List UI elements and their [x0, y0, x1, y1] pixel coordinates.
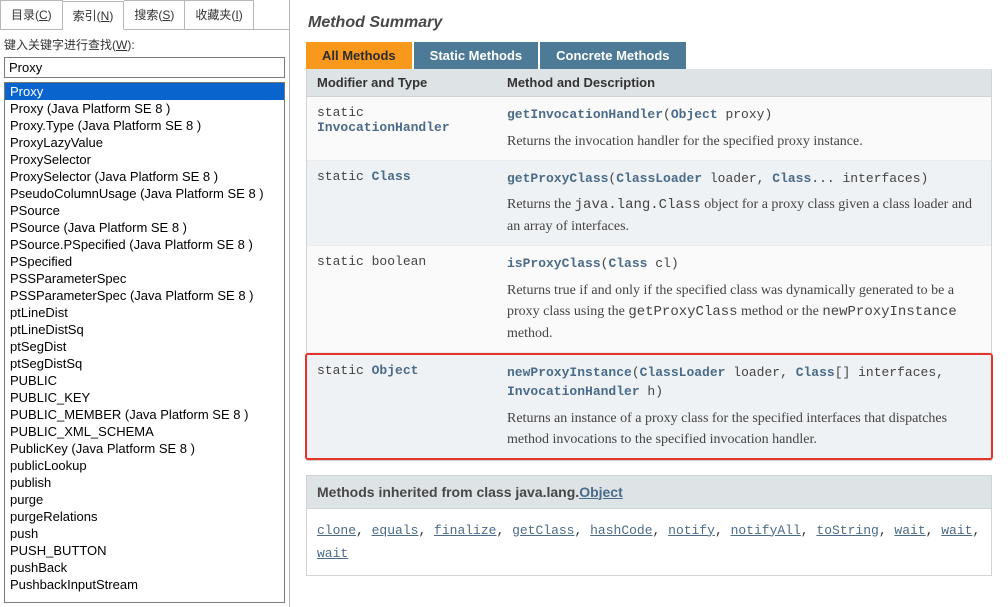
method-cell: isProxyClass(Class cl)Returns true if an…: [497, 254, 991, 344]
method-row: static ObjectnewProxyInstance(ClassLoade…: [305, 353, 993, 460]
method-name-link[interactable]: getProxyClass: [507, 171, 608, 186]
list-item[interactable]: PUSH_BUTTON: [5, 542, 284, 559]
type-link[interactable]: Object: [671, 107, 718, 122]
method-description: Returns true if and only if the specifie…: [507, 274, 981, 344]
list-item[interactable]: purgeRelations: [5, 508, 284, 525]
list-item[interactable]: PUBLIC: [5, 372, 284, 389]
list-item[interactable]: Proxy.Type (Java Platform SE 8 ): [5, 117, 284, 134]
list-item[interactable]: PublicKey (Java Platform SE 8 ): [5, 440, 284, 457]
modifier-cell: static Class: [307, 169, 497, 238]
list-item[interactable]: PSSParameterSpec: [5, 270, 284, 287]
method-description: Returns the java.lang.Class object for a…: [507, 188, 981, 237]
list-item[interactable]: PSpecified: [5, 253, 284, 270]
method-name-link[interactable]: getInvocationHandler: [507, 107, 663, 122]
tab-i[interactable]: 收藏夹(I): [185, 0, 253, 29]
index-list[interactable]: ProxyProxy (Java Platform SE 8 )Proxy.Ty…: [4, 82, 285, 603]
list-item[interactable]: PUBLIC_XML_SCHEMA: [5, 423, 284, 440]
inherited-method-link[interactable]: equals: [372, 523, 419, 538]
type-link[interactable]: InvocationHandler: [317, 120, 450, 135]
main-content: Method Summary All MethodsStatic Methods…: [290, 0, 1008, 607]
method-name-link[interactable]: newProxyInstance: [507, 365, 632, 380]
method-tab[interactable]: All Methods: [306, 42, 412, 69]
list-item[interactable]: ProxySelector: [5, 151, 284, 168]
tab-n[interactable]: 索引(N): [63, 1, 125, 30]
tab-s[interactable]: 搜索(S): [124, 0, 185, 29]
type-link[interactable]: Class: [796, 365, 835, 380]
inherited-method-link[interactable]: wait: [894, 523, 925, 538]
list-item[interactable]: PUBLIC_KEY: [5, 389, 284, 406]
method-row: static InvocationHandlergetInvocationHan…: [307, 97, 991, 161]
sidebar-tabs: 目录(C)索引(N)搜索(S)收藏夹(I): [0, 0, 289, 30]
tab-c[interactable]: 目录(C): [0, 0, 63, 29]
list-item[interactable]: purge: [5, 491, 284, 508]
method-cell: getProxyClass(ClassLoader loader, Class.…: [497, 169, 991, 238]
search-label: 键入关键字进行查找(W):: [0, 30, 289, 57]
list-item[interactable]: Proxy (Java Platform SE 8 ): [5, 100, 284, 117]
inherited-method-link[interactable]: finalize: [434, 523, 496, 538]
method-tab[interactable]: Concrete Methods: [540, 42, 685, 69]
list-item[interactable]: Proxy: [5, 83, 284, 100]
modifier-cell: static Object: [307, 363, 497, 450]
modifier-cell: static InvocationHandler: [307, 105, 497, 152]
method-table-header: Modifier and Type Method and Description: [307, 69, 991, 97]
type-link[interactable]: Class: [608, 256, 647, 271]
list-item[interactable]: PseudoColumnUsage (Java Platform SE 8 ): [5, 185, 284, 202]
type-link[interactable]: ClassLoader: [616, 171, 702, 186]
list-item[interactable]: ptLineDistSq: [5, 321, 284, 338]
inherited-method-link[interactable]: clone: [317, 523, 356, 538]
col-header-method: Method and Description: [497, 69, 991, 96]
list-item[interactable]: PSource: [5, 202, 284, 219]
inherited-method-link[interactable]: wait: [941, 523, 972, 538]
method-cell: newProxyInstance(ClassLoader loader, Cla…: [497, 363, 991, 450]
type-link[interactable]: Class: [372, 169, 411, 184]
list-item[interactable]: PUBLIC_MEMBER (Java Platform SE 8 ): [5, 406, 284, 423]
method-name-link[interactable]: isProxyClass: [507, 256, 601, 271]
list-item[interactable]: push: [5, 525, 284, 542]
list-item[interactable]: ProxyLazyValue: [5, 134, 284, 151]
type-link[interactable]: Class: [772, 171, 811, 186]
type-link[interactable]: ClassLoader: [640, 365, 726, 380]
inherited-method-link[interactable]: notifyAll: [731, 523, 801, 538]
method-table: Modifier and Type Method and Description…: [306, 69, 992, 461]
list-item[interactable]: PSource (Java Platform SE 8 ): [5, 219, 284, 236]
inherited-header: Methods inherited from class java.lang.O…: [307, 476, 991, 509]
inherited-method-link[interactable]: notify: [668, 523, 715, 538]
inherited-method-link[interactable]: wait: [317, 546, 348, 561]
method-cell: getInvocationHandler(Object proxy)Return…: [497, 105, 991, 152]
inherited-method-link[interactable]: hashCode: [590, 523, 652, 538]
type-link[interactable]: Object: [372, 363, 419, 378]
inherited-methods-box: Methods inherited from class java.lang.O…: [306, 475, 992, 577]
type-link[interactable]: InvocationHandler: [507, 384, 640, 399]
method-tab[interactable]: Static Methods: [414, 42, 538, 69]
method-row: static booleanisProxyClass(Class cl)Retu…: [307, 246, 991, 353]
search-input[interactable]: [4, 57, 285, 78]
inherited-methods-list: clone, equals, finalize, getClass, hashC…: [307, 509, 991, 576]
method-description: Returns the invocation handler for the s…: [507, 125, 981, 152]
inherited-method-link[interactable]: getClass: [512, 523, 574, 538]
col-header-modifier: Modifier and Type: [307, 69, 497, 96]
modifier-cell: static boolean: [307, 254, 497, 344]
list-item[interactable]: ptSegDistSq: [5, 355, 284, 372]
method-description: Returns an instance of a proxy class for…: [507, 402, 981, 450]
list-item[interactable]: ptSegDist: [5, 338, 284, 355]
list-item[interactable]: publish: [5, 474, 284, 491]
list-item[interactable]: ptLineDist: [5, 304, 284, 321]
list-item[interactable]: PSSParameterSpec (Java Platform SE 8 ): [5, 287, 284, 304]
method-tabs: All MethodsStatic MethodsConcrete Method…: [306, 42, 992, 69]
method-row: static ClassgetProxyClass(ClassLoader lo…: [307, 161, 991, 247]
list-item[interactable]: ProxySelector (Java Platform SE 8 ): [5, 168, 284, 185]
list-item[interactable]: publicLookup: [5, 457, 284, 474]
list-item[interactable]: PSource.PSpecified (Java Platform SE 8 ): [5, 236, 284, 253]
inherited-method-link[interactable]: toString: [816, 523, 878, 538]
list-item[interactable]: pushBack: [5, 559, 284, 576]
section-title: Method Summary: [306, 10, 992, 42]
inherited-class-link[interactable]: Object: [579, 484, 623, 500]
sidebar: 目录(C)索引(N)搜索(S)收藏夹(I) 键入关键字进行查找(W): Prox…: [0, 0, 290, 607]
list-item[interactable]: PushbackInputStream: [5, 576, 284, 593]
